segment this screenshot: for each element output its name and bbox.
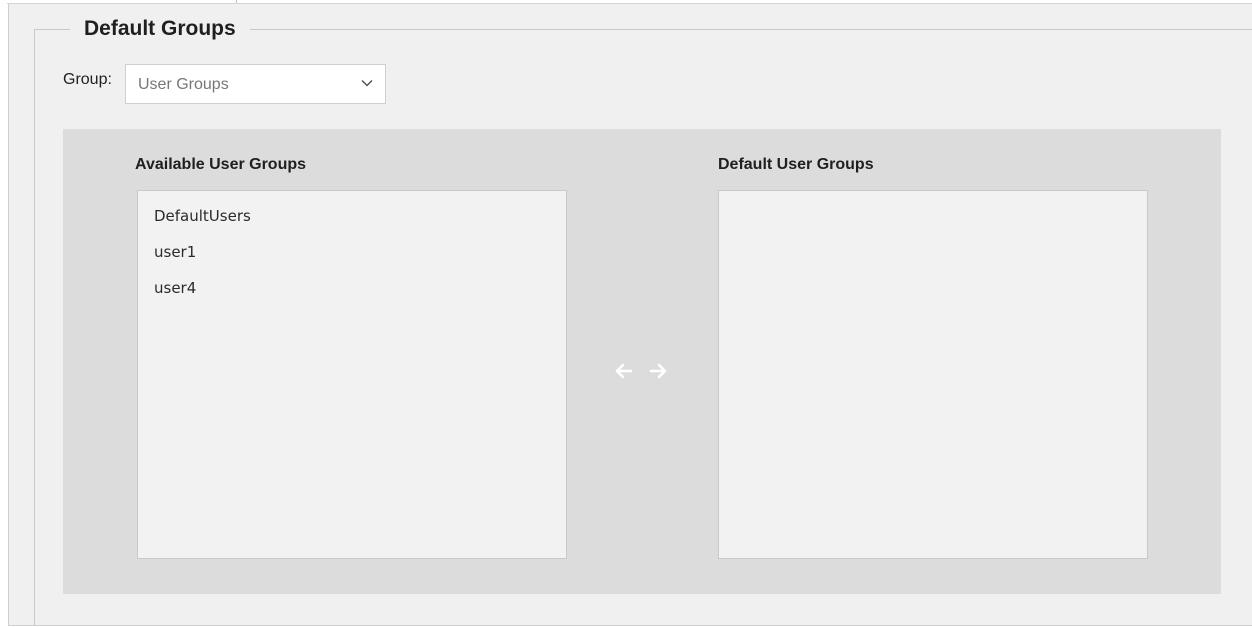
arrow-right-icon[interactable] — [647, 360, 669, 382]
available-user-groups-title: Available User Groups — [135, 156, 307, 173]
fieldset-border-left — [34, 29, 35, 626]
list-item[interactable]: user1 — [154, 241, 196, 263]
arrow-left-icon[interactable] — [613, 360, 635, 382]
chevron-down-icon — [361, 79, 373, 87]
list-item[interactable]: DefaultUsers — [154, 205, 251, 227]
default-user-groups-list[interactable] — [718, 190, 1148, 559]
list-item[interactable]: user4 — [154, 277, 196, 299]
group-transfer-panel: Available User Groups Default User Group… — [63, 129, 1221, 594]
group-select[interactable]: User Groups — [125, 64, 386, 104]
available-user-groups-list[interactable]: DefaultUsers user1 user4 — [137, 190, 567, 559]
section-title: Default Groups — [70, 14, 250, 44]
group-label: Group: — [63, 71, 112, 88]
top-divider-tick — [236, 0, 237, 3]
group-select-value: User Groups — [138, 76, 229, 93]
left-margin — [0, 0, 7, 627]
default-user-groups-title: Default User Groups — [718, 156, 874, 173]
